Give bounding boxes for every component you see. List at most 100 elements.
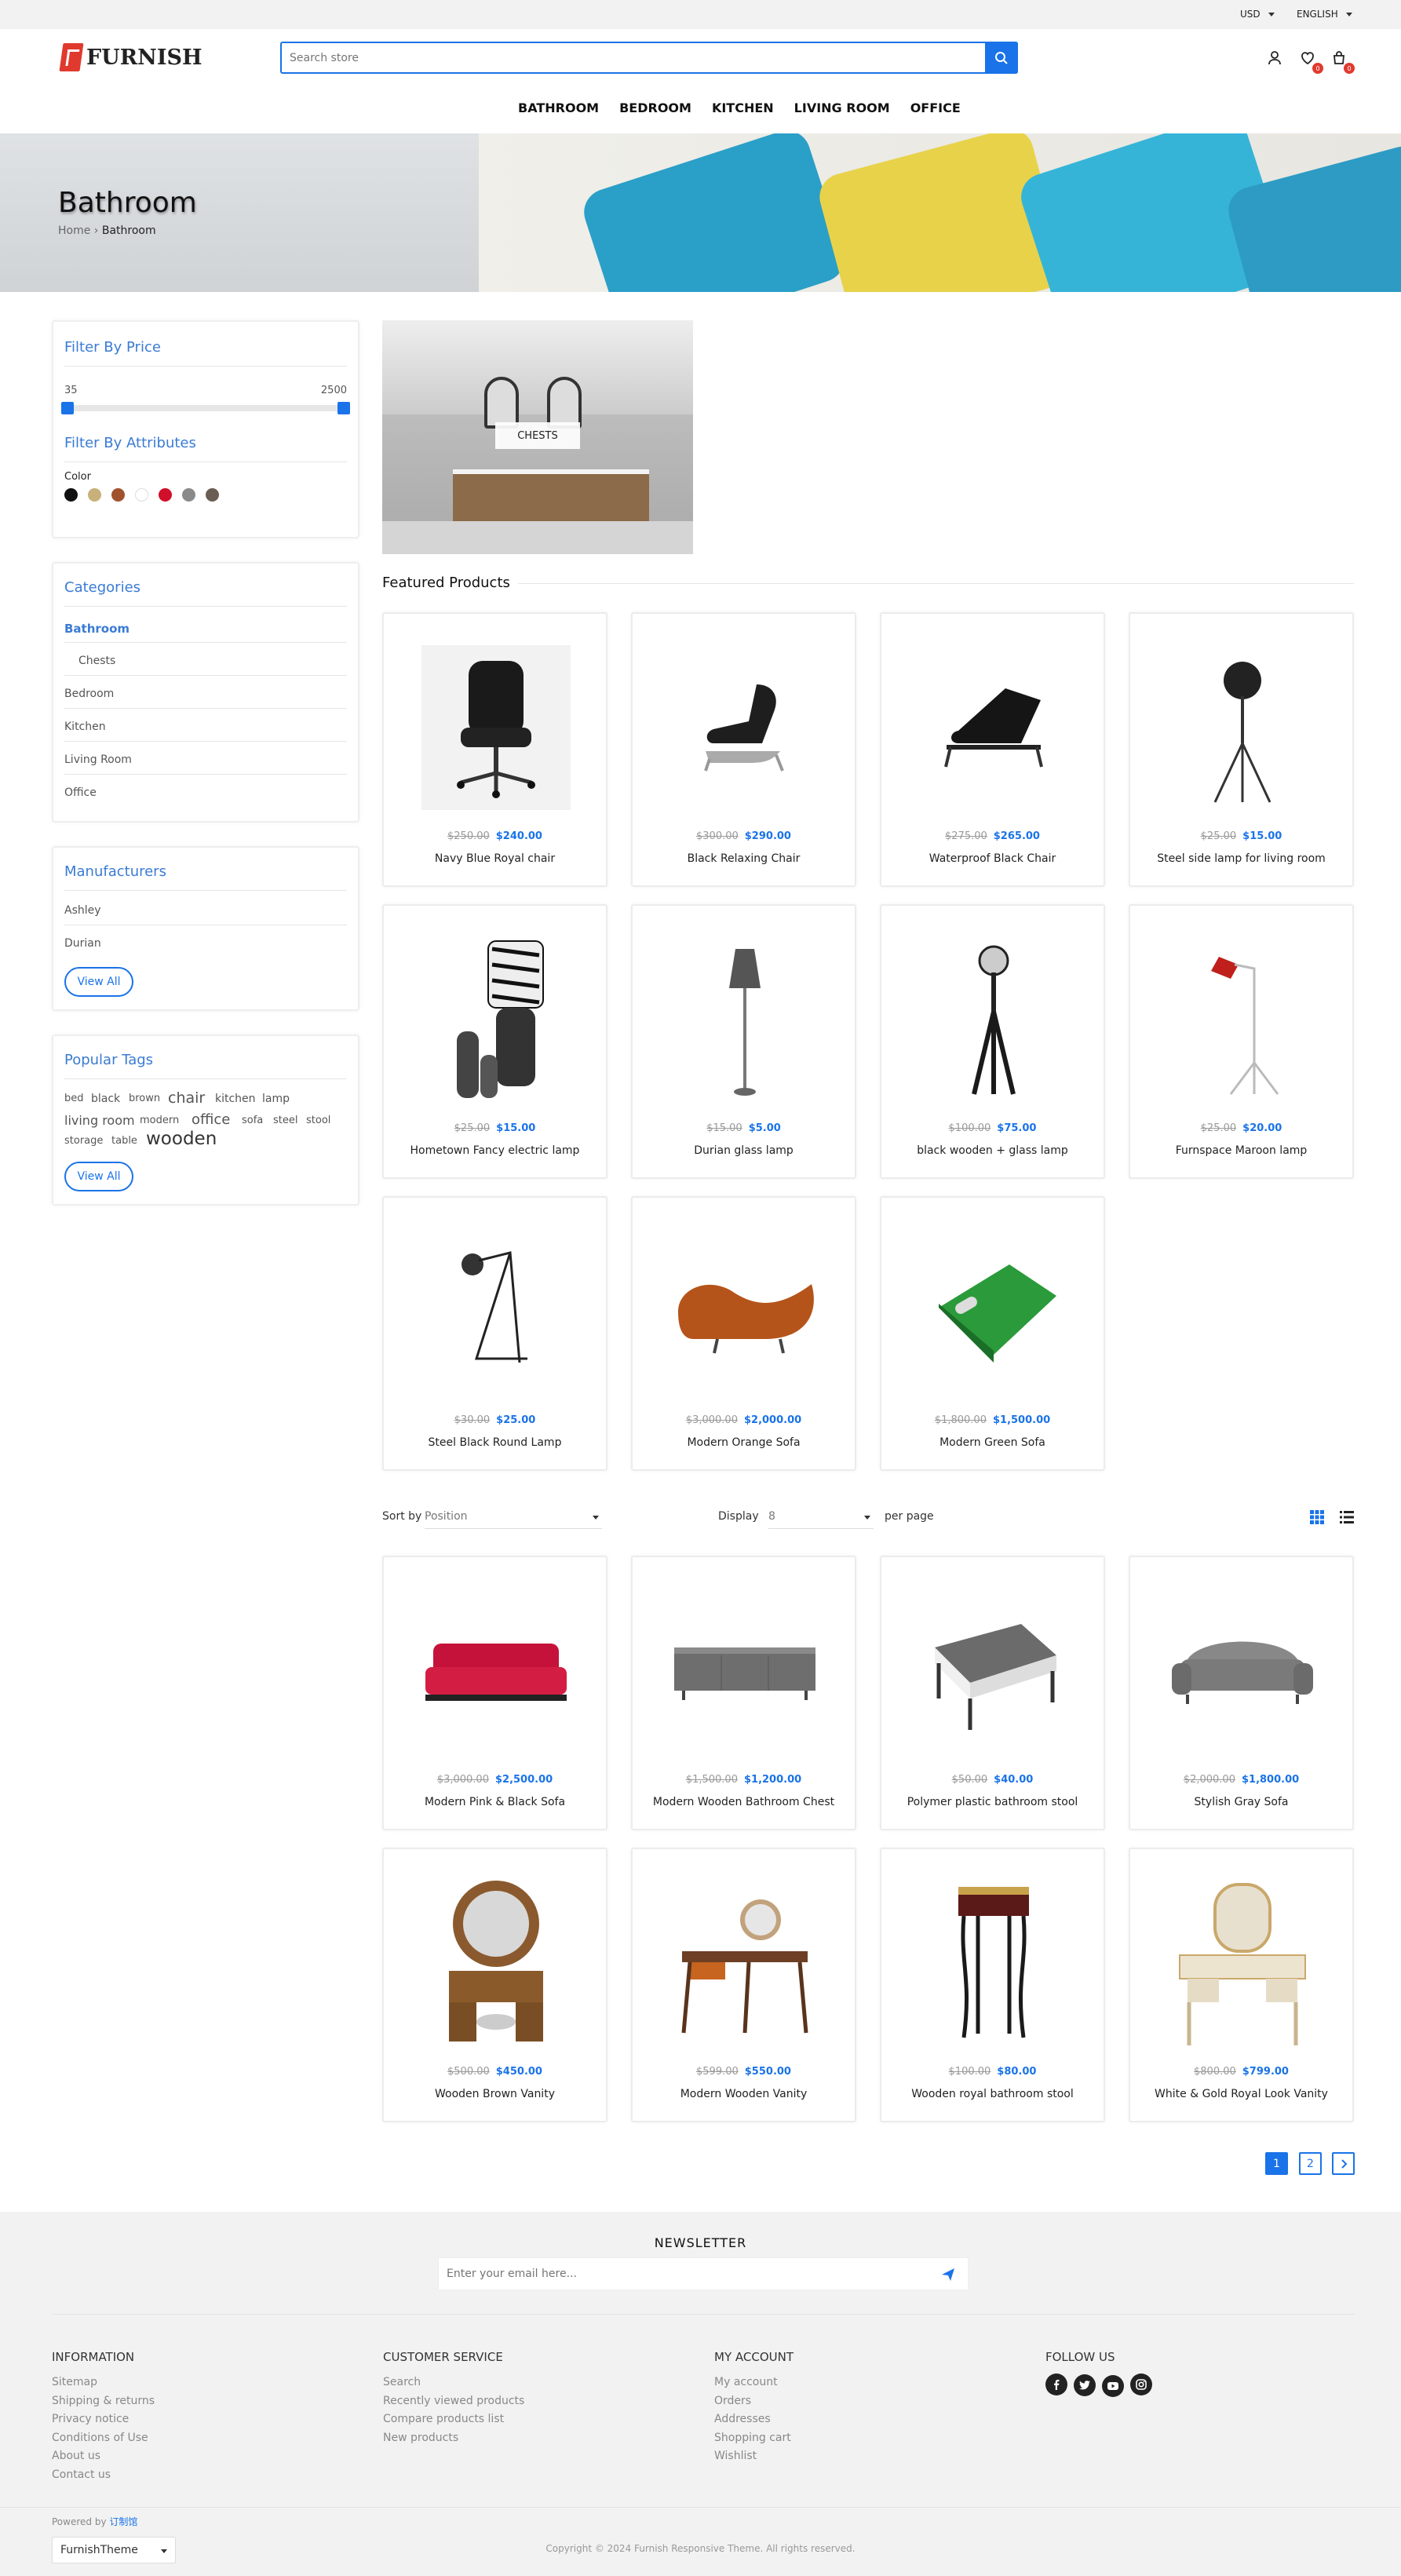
product-name[interactable]: Steel side lamp for living room <box>1130 852 1352 865</box>
manufacturer-item-durian[interactable]: Durian <box>64 937 101 950</box>
youtube-icon[interactable] <box>1102 2375 1124 2397</box>
footer-link-new-products[interactable]: New products <box>383 2429 524 2448</box>
product-card[interactable]: $50.00 $40.00 Polymer plastic bathroom sto… <box>880 1556 1105 1830</box>
footer-link-compare[interactable]: Compare products list <box>383 2410 524 2429</box>
subcategory-chests-tile[interactable]: CHESTS <box>382 320 693 554</box>
product-card[interactable]: $275.00 $265.00 Waterproof Black Chair <box>880 612 1105 887</box>
color-swatch[interactable] <box>135 488 148 502</box>
search-input[interactable] <box>290 43 965 72</box>
product-name[interactable]: Black Relaxing Chair <box>633 852 855 865</box>
product-card[interactable]: $1,500.00 $1,200.00 Modern Wooden Bathroom… <box>631 1556 856 1830</box>
category-item-office[interactable]: Office <box>64 786 97 799</box>
footer-link-wishlist[interactable]: Wishlist <box>714 2447 794 2466</box>
manufacturers-view-all-button[interactable]: View All <box>64 967 133 997</box>
twitter-icon[interactable] <box>1074 2374 1096 2396</box>
red-lamp-image[interactable] <box>1162 929 1323 1110</box>
wishlist-button[interactable]: 0 <box>1297 47 1323 74</box>
footer-link-about[interactable]: About us <box>52 2447 155 2466</box>
tag-office[interactable]: office <box>192 1111 230 1128</box>
grey-sofa-image[interactable] <box>1162 1581 1323 1761</box>
product-card[interactable]: $1,800.00 $1,500.00 Modern Green Sofa <box>880 1196 1105 1471</box>
product-name[interactable]: Steel Black Round Lamp <box>384 1436 606 1449</box>
product-card[interactable]: $25.00 $15.00 Hometown Fancy electric lamp <box>382 904 607 1179</box>
footer-link-recently-viewed[interactable]: Recently viewed products <box>383 2392 524 2411</box>
tag-chair[interactable]: chair <box>168 1089 205 1107</box>
product-name[interactable]: Waterproof Black Chair <box>881 852 1104 865</box>
tag-kitchen[interactable]: kitchen <box>215 1093 256 1105</box>
powered-by-link[interactable]: 订制馆 <box>109 2516 137 2527</box>
footer-link-privacy[interactable]: Privacy notice <box>52 2410 155 2429</box>
tag-black[interactable]: black <box>91 1093 120 1105</box>
product-name[interactable]: Hometown Fancy electric lamp <box>384 1144 606 1157</box>
tags-view-all-button[interactable]: View All <box>64 1162 133 1191</box>
product-card[interactable]: $30.00 $25.00 Steel Black Round Lamp <box>382 1196 607 1471</box>
royal-stool-image[interactable] <box>913 1873 1074 2053</box>
footer-link-addresses[interactable]: Addresses <box>714 2410 794 2429</box>
next-page-button[interactable] <box>1332 2152 1355 2175</box>
price-slider-track[interactable] <box>64 405 347 411</box>
price-slider-min-handle[interactable] <box>61 402 74 414</box>
color-swatch[interactable] <box>88 488 101 502</box>
product-card[interactable]: $3,000.00 $2,000.00 Modern Orange Sofa <box>631 1196 856 1471</box>
product-card[interactable]: $15.00 $5.00 Durian glass lamp <box>631 904 856 1179</box>
footer-link-cart[interactable]: Shopping cart <box>714 2429 794 2448</box>
orange-sofa-image[interactable] <box>664 1221 825 1402</box>
tag-bed[interactable]: bed <box>64 1093 84 1104</box>
grid-view-icon[interactable] <box>1310 1510 1324 1524</box>
category-item-kitchen[interactable]: Kitchen <box>64 721 106 733</box>
lounge-chair-image[interactable] <box>664 637 825 818</box>
price-slider-max-handle[interactable] <box>337 402 350 414</box>
tag-modern[interactable]: modern <box>140 1115 179 1126</box>
breadcrumb-home[interactable]: Home <box>58 224 90 237</box>
product-name[interactable]: black wooden + glass lamp <box>881 1144 1104 1157</box>
tag-table[interactable]: table <box>111 1135 137 1147</box>
tag-steel[interactable]: steel <box>273 1115 297 1126</box>
nav-item-office[interactable]: OFFICE <box>910 100 961 115</box>
product-card[interactable]: $500.00 $450.00 Wooden Brown Vanity <box>382 1848 607 2122</box>
facebook-icon[interactable] <box>1045 2373 1067 2395</box>
footer-link-contact[interactable]: Contact us <box>52 2466 155 2485</box>
tripod-lamp-image[interactable] <box>1162 637 1323 818</box>
product-card[interactable]: $800.00 $799.00 White & Gold Royal Look Va… <box>1129 1848 1354 2122</box>
product-name[interactable]: Navy Blue Royal chair <box>384 852 606 865</box>
page-1-button[interactable]: 1 <box>1265 2152 1288 2175</box>
logo[interactable]: FURNISH <box>59 43 202 71</box>
language-selector[interactable]: ENGLISH <box>1297 9 1352 20</box>
bench-image[interactable] <box>913 1581 1074 1761</box>
category-item-bathroom[interactable]: Bathroom <box>64 622 130 636</box>
account-button[interactable] <box>1264 47 1286 69</box>
currency-selector[interactable]: USD <box>1240 9 1275 20</box>
product-name[interactable]: Modern Wooden Vanity <box>633 2088 855 2100</box>
product-card[interactable]: $100.00 $75.00 black wooden + glass lamp <box>880 904 1105 1179</box>
search-button[interactable] <box>985 42 1018 74</box>
product-name[interactable]: Furnspace Maroon lamp <box>1130 1144 1352 1157</box>
cart-button[interactable]: 0 <box>1328 47 1355 74</box>
product-name[interactable]: Wooden royal bathroom stool <box>881 2088 1104 2100</box>
product-card[interactable]: $25.00 $15.00 Steel side lamp for living r… <box>1129 612 1354 887</box>
brown-vanity-image[interactable] <box>415 1873 576 2053</box>
nav-item-living-room[interactable]: LIVING ROOM <box>794 100 890 115</box>
grey-chest-image[interactable] <box>664 1581 825 1761</box>
lounge-chair-2-image[interactable] <box>913 637 1074 818</box>
green-sofa-image[interactable] <box>913 1221 1074 1402</box>
product-name[interactable]: Modern Wooden Bathroom Chest <box>633 1796 855 1808</box>
color-swatch[interactable] <box>64 488 78 502</box>
color-swatch[interactable] <box>206 488 219 502</box>
sort-select[interactable]: Position <box>425 1505 602 1529</box>
list-view-icon[interactable] <box>1340 1510 1354 1524</box>
office-chair-image[interactable] <box>415 637 576 818</box>
send-icon[interactable] <box>941 2268 955 2282</box>
nav-item-bathroom[interactable]: BATHROOM <box>518 100 599 115</box>
product-name[interactable]: Wooden Brown Vanity <box>384 2088 606 2100</box>
product-name[interactable]: White & Gold Royal Look Vanity <box>1130 2088 1352 2100</box>
product-card[interactable]: $25.00 $20.00 Furnspace Maroon lamp <box>1129 904 1354 1179</box>
tag-lamp[interactable]: lamp <box>262 1093 290 1105</box>
footer-link-search[interactable]: Search <box>383 2373 524 2392</box>
product-card[interactable]: $100.00 $80.00 Wooden royal bathroom stool <box>880 1848 1105 2122</box>
product-card[interactable]: $599.00 $550.00 Modern Wooden Vanity <box>631 1848 856 2122</box>
color-swatch[interactable] <box>111 488 125 502</box>
product-name[interactable]: Stylish Gray Sofa <box>1130 1796 1352 1808</box>
product-name[interactable]: Modern Pink & Black Sofa <box>384 1796 606 1808</box>
category-item-chests[interactable]: Chests <box>78 655 115 667</box>
modern-vanity-image[interactable] <box>664 1873 825 2053</box>
